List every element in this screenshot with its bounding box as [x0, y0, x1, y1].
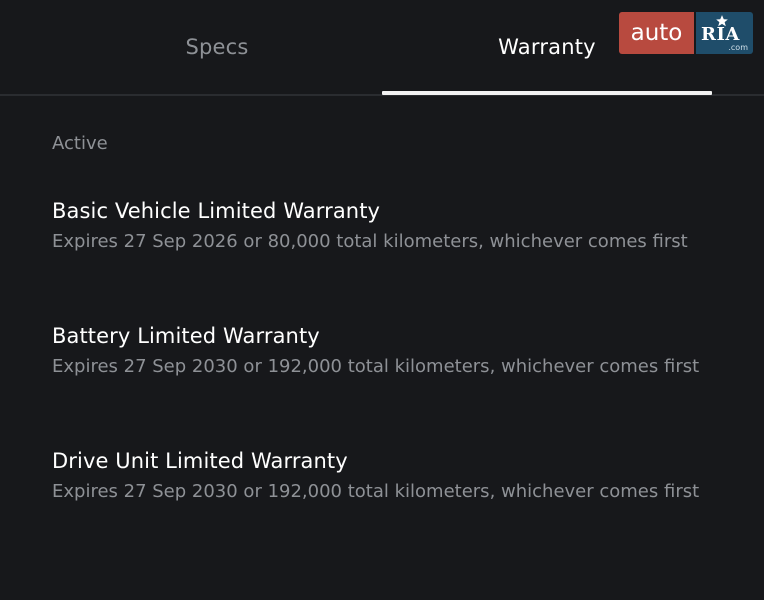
warranty-title: Battery Limited Warranty	[52, 324, 320, 348]
tab-specs-label: Specs	[185, 35, 249, 59]
warranty-title: Drive Unit Limited Warranty	[52, 449, 348, 473]
warranty-item-basic-vehicle: Basic Vehicle Limited Warranty Expires 2…	[52, 196, 732, 321]
section-label-active: Active	[52, 133, 108, 154]
warranty-description: Expires 27 Sep 2026 or 80,000 total kilo…	[52, 231, 688, 252]
warranty-item-battery: Battery Limited Warranty Expires 27 Sep …	[52, 321, 732, 446]
warranty-description: Expires 27 Sep 2030 or 192,000 total kil…	[52, 356, 700, 377]
tab-warranty-label: Warranty	[498, 35, 596, 59]
logo-ria-suffix: .com	[728, 43, 748, 52]
logo-auto-part: auto	[619, 12, 694, 54]
warranty-description: Expires 27 Sep 2030 or 192,000 total kil…	[52, 481, 700, 502]
tab-specs[interactable]: Specs	[52, 0, 382, 94]
logo-auto-text: auto	[630, 20, 683, 46]
active-tab-indicator	[382, 91, 712, 95]
logo-ria-part: RIA .com	[696, 12, 753, 54]
logo-ria-text: RIA	[701, 24, 740, 45]
warranty-item-drive-unit: Drive Unit Limited Warranty Expires 27 S…	[52, 446, 732, 571]
auto-ria-watermark-logo: auto RIA .com	[619, 12, 753, 54]
warranty-title: Basic Vehicle Limited Warranty	[52, 199, 381, 223]
warranty-list: Basic Vehicle Limited Warranty Expires 2…	[52, 196, 732, 571]
